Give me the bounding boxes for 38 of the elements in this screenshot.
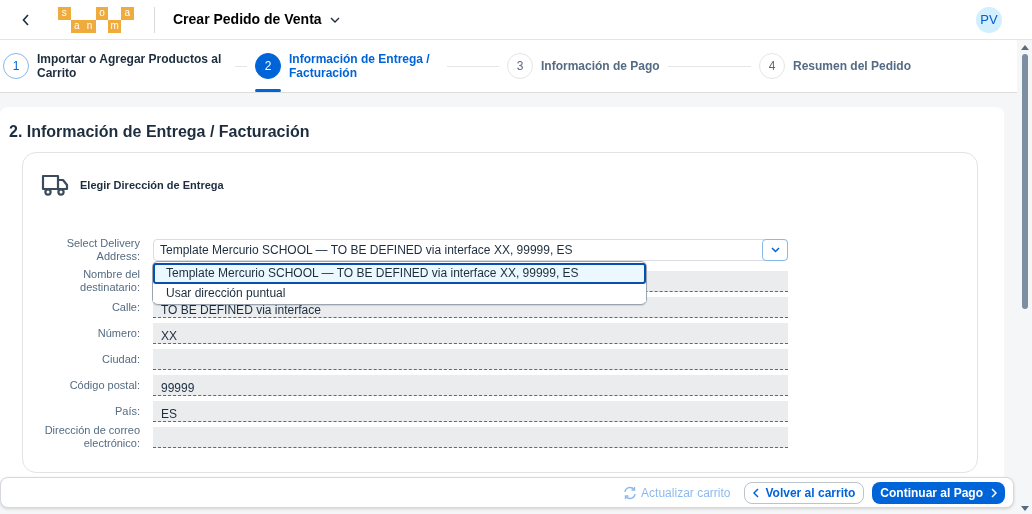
field-label: Dirección de correo electrónico: — [43, 424, 141, 450]
logo-tile: a — [70, 19, 84, 33]
dropdown-option[interactable]: Usar dirección puntual — [153, 285, 646, 302]
field-label: Código postal: — [68, 378, 141, 392]
input-field[interactable]: 99999 — [153, 374, 788, 396]
logo-tile: s — [58, 6, 71, 20]
chevron-left-icon — [22, 14, 30, 27]
continue-button[interactable]: Continuar al Pago — [872, 481, 1005, 504]
logo-tile: m — [108, 19, 121, 33]
chevron-right-icon — [991, 487, 997, 498]
chevron-left-icon — [753, 487, 760, 498]
chevron-down-icon — [770, 247, 780, 253]
card-title: Elegir Dirección de Entrega — [80, 177, 224, 193]
field-label: Select Delivery Address: — [65, 237, 141, 263]
back-to-cart-button[interactable]: Volver al carrito — [744, 481, 865, 504]
chevron-down-icon — [329, 16, 340, 23]
field-label: Número: — [96, 326, 141, 340]
field-label: País: — [113, 404, 141, 418]
input-field[interactable]: ES — [153, 400, 788, 422]
input-field[interactable] — [153, 426, 788, 448]
field-label: Calle: — [110, 300, 141, 314]
step-tab[interactable]: 4 Resumen del Pedido — [759, 40, 912, 92]
step-tab[interactable]: 2 Información de Entrega / Facturación — [255, 40, 439, 92]
logo-tile: o — [95, 6, 109, 20]
step-tab[interactable]: 3 Información de Pago — [507, 40, 660, 92]
logo-tile: a — [120, 6, 134, 20]
dropdown-button[interactable] — [762, 239, 788, 261]
section-title: 2. Información de Entrega / Facturación — [8, 122, 311, 142]
logo-tile: n — [83, 19, 96, 33]
input-field[interactable] — [153, 348, 788, 370]
step-tab[interactable]: 1 Importar o Agregar Productos al Carrito — [3, 40, 227, 92]
dropdown-option[interactable]: Template Mercurio SCHOOL — TO BE DEFINED via interface XX, 99999, ES — [153, 263, 646, 284]
field-label: Ciudad: — [101, 352, 141, 366]
refresh-icon — [623, 485, 638, 500]
input-field[interactable]: XX — [153, 322, 788, 344]
user-avatar[interactable]: PV — [976, 6, 1002, 33]
field-label: Nombre del destinatario: — [79, 268, 141, 294]
truck-icon — [41, 173, 69, 197]
